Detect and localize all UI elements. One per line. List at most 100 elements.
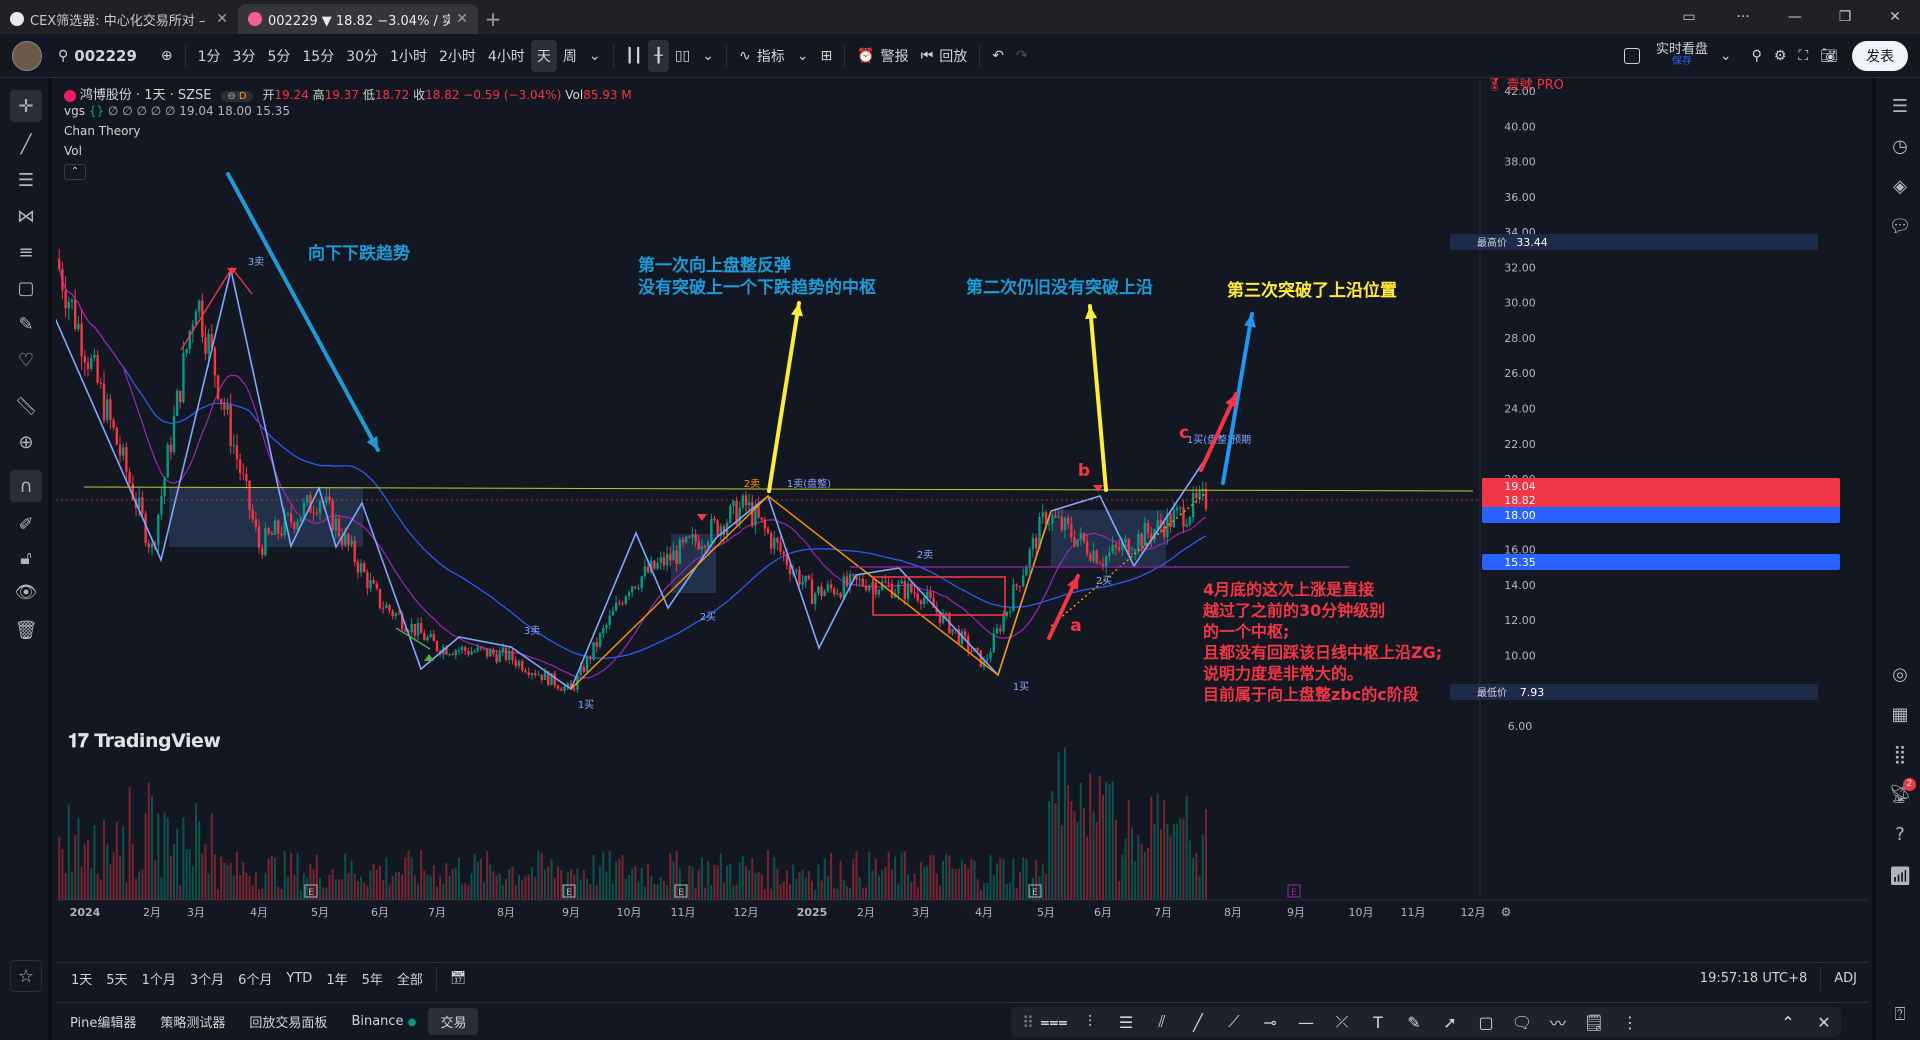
tab-strategy-tester[interactable]: 策略测试器 xyxy=(148,1008,237,1035)
alert-button[interactable]: ⏰ 警报 xyxy=(851,40,914,72)
lock-icon[interactable]: 🔓︎ xyxy=(10,542,42,574)
text-icon[interactable]: T xyxy=(1361,1013,1395,1032)
redo-icon[interactable]: ↷ xyxy=(1010,40,1034,72)
chart-pane[interactable]: 42.00 40.00 38.00 36.00 34.00 32.00 30.00 28.00… xyxy=(56,78,1868,940)
path-icon[interactable]: 〰 xyxy=(1541,1010,1575,1034)
replay-button[interactable]: ⏮ 回放 xyxy=(915,40,974,72)
interval-1m[interactable]: 1分 xyxy=(192,40,227,72)
range-5y[interactable]: 5年 xyxy=(355,969,390,988)
layout-select[interactable]: 实时看盘 保存 xyxy=(1618,40,1714,72)
price-chart[interactable]: 42.0040.0038.0036.0034.0032.0030.0028.00… xyxy=(56,78,1868,940)
channel-icon[interactable]: ⩶ xyxy=(1037,1012,1071,1032)
chat-icon[interactable]: 💬︎ xyxy=(1884,210,1916,242)
layers-icon[interactable]: ◈ xyxy=(1884,170,1916,202)
range-1y[interactable]: 1年 xyxy=(319,969,354,988)
legend-indicator-chan[interactable]: Chan Theory xyxy=(64,124,140,138)
legend-indicator-vgs[interactable]: vgs {} ∅ ∅ ∅ ∅ ∅ 19.04 18.00 15.35 xyxy=(64,104,290,118)
templates-icon[interactable]: ⊞ xyxy=(814,40,838,72)
range-1m[interactable]: 1个月 xyxy=(135,969,183,988)
camera-icon[interactable]: 📷︎ xyxy=(1814,40,1844,72)
ruler-icon[interactable]: 📏︎ xyxy=(10,390,42,422)
alerts-clock-icon[interactable]: ◷ xyxy=(1884,130,1916,162)
candle-style-icon[interactable]: ╂ xyxy=(648,39,669,72)
question-icon[interactable]: ⍰ xyxy=(1884,998,1916,1030)
interval-1h[interactable]: 1小时 xyxy=(384,40,433,72)
close-toolbar-icon[interactable]: ✕ xyxy=(1807,1013,1841,1032)
range-all[interactable]: 全部 xyxy=(390,969,430,988)
extended-line-icon[interactable]: ⟋ xyxy=(1217,1012,1251,1032)
calendar-icon[interactable]: ▦ xyxy=(1884,698,1916,730)
new-tab-icon[interactable]: + xyxy=(478,4,508,34)
undo-icon[interactable]: ↶ xyxy=(986,40,1010,72)
legend-indicator-vol[interactable]: Vol xyxy=(64,144,82,158)
trend-line-icon[interactable]: ╱ xyxy=(10,128,42,160)
interval-30m[interactable]: 30分 xyxy=(340,40,384,72)
drag-handle-icon[interactable]: ⠿ xyxy=(1021,1013,1035,1032)
pencil-lock-icon[interactable]: ✐ xyxy=(10,508,42,540)
favorites-star-icon[interactable]: ☆ xyxy=(10,960,42,992)
tab-replay-panel[interactable]: 回放交易面板 xyxy=(237,1008,339,1035)
lines-icon[interactable]: ☰ xyxy=(1109,1013,1143,1032)
interval-4h[interactable]: 4小时 xyxy=(482,40,531,72)
more-icon[interactable]: ··· xyxy=(1720,0,1766,34)
browser-tab-active[interactable]: 002229 ▼ 18.82 −3.04% / 实时 ✕ xyxy=(238,4,478,34)
help-icon[interactable]: ? xyxy=(1884,818,1916,850)
interval-3m[interactable]: 3分 xyxy=(227,40,262,72)
maximize-icon[interactable]: ❐ xyxy=(1822,0,1868,34)
tab-trade[interactable]: 交易 xyxy=(428,1008,479,1035)
trash-icon[interactable]: 🗑︎ xyxy=(10,614,42,646)
target-icon[interactable]: ◎ xyxy=(1884,658,1916,690)
visibility-toggle[interactable]: ⊖ D xyxy=(221,91,253,102)
rectangle-icon[interactable]: ▢ xyxy=(1469,1013,1503,1032)
watchlist-icon[interactable]: ☰ xyxy=(1884,90,1916,122)
bar-style-icon[interactable]: ┃┃ xyxy=(620,40,649,72)
note-icon[interactable]: 🗒︎ xyxy=(1577,1013,1611,1032)
close-tab-icon[interactable]: ✕ xyxy=(456,11,468,27)
range-5d[interactable]: 5天 xyxy=(99,969,134,988)
parallel-icon[interactable]: ⫶ xyxy=(1073,1012,1107,1032)
interval-2h[interactable]: 2小时 xyxy=(433,40,482,72)
hray-icon[interactable]: — xyxy=(1289,1013,1323,1032)
range-6m[interactable]: 6个月 xyxy=(231,969,279,988)
fullscreen-icon[interactable]: ⛶ xyxy=(1792,40,1814,72)
collapse-legend-icon[interactable]: ⌃ xyxy=(64,164,86,180)
fib-channel-icon[interactable]: ⫽ xyxy=(1145,1012,1179,1032)
browser-tab[interactable]: CEX筛选器: 中心化交易所对 – ✕ xyxy=(0,4,238,34)
rectangle-icon[interactable]: ▢ xyxy=(10,272,42,304)
hline-icon[interactable]: ⊸ xyxy=(1253,1013,1287,1032)
horizontal-lines-icon[interactable]: ☰ xyxy=(10,164,42,196)
apps-grid-icon[interactable]: ⣿ xyxy=(1884,738,1916,770)
tab-binance[interactable]: Binance ● xyxy=(339,1010,428,1033)
clock[interactable]: 19:57:18 UTC+8 xyxy=(1693,971,1814,986)
symbol-search[interactable]: ⚲ 002229 xyxy=(52,40,143,72)
interval-5m[interactable]: 5分 xyxy=(261,40,296,72)
cross-line-icon[interactable]: ⤫ xyxy=(1325,1012,1359,1032)
publish-button[interactable]: 发表 xyxy=(1852,40,1908,71)
eye-icon[interactable]: 👁︎ xyxy=(10,576,42,608)
chevron-down-icon[interactable]: ⌄ xyxy=(583,40,607,72)
fib-icon[interactable]: ≡ xyxy=(10,236,42,268)
chevron-down-icon[interactable]: ⌄ xyxy=(791,40,815,72)
chevron-down-icon[interactable]: ⌄ xyxy=(696,40,720,72)
close-tab-icon[interactable]: ✕ xyxy=(216,11,228,27)
cast-icon[interactable]: ▭ xyxy=(1666,0,1712,34)
heart-icon[interactable]: ♡ xyxy=(10,344,42,376)
indicators-button[interactable]: ∿ 指标 xyxy=(733,40,791,72)
sub-toolbar-more-icon[interactable]: ⋮ xyxy=(1613,1013,1647,1032)
callout-icon[interactable]: 🗨︎ xyxy=(1505,1013,1539,1032)
arrow-icon[interactable]: ➚ xyxy=(1433,1013,1467,1032)
magnet-icon[interactable]: ∩ xyxy=(10,470,42,502)
collapse-up-icon[interactable]: ⌃ xyxy=(1771,1013,1805,1032)
interval-1w[interactable]: 周 xyxy=(557,40,583,72)
annotation-icon[interactable]: ✎ xyxy=(10,308,42,340)
pattern-icon[interactable]: ⋈ xyxy=(10,200,42,232)
signal-icon[interactable]: 📶︎ xyxy=(1884,860,1916,892)
zoom-in-icon[interactable]: ⊕ xyxy=(10,426,42,458)
hollow-candle-icon[interactable]: ▯▯ xyxy=(669,40,696,72)
range-1d[interactable]: 1天 xyxy=(64,969,99,988)
crosshair-icon[interactable]: ✛ xyxy=(10,90,42,122)
notifications-icon[interactable]: 📡︎ 2 xyxy=(1884,778,1916,810)
ray-icon[interactable]: ╱ xyxy=(1181,1013,1215,1032)
brush-icon[interactable]: ✎ xyxy=(1397,1013,1431,1032)
chevron-down-icon[interactable]: ⌄ xyxy=(1714,40,1738,72)
